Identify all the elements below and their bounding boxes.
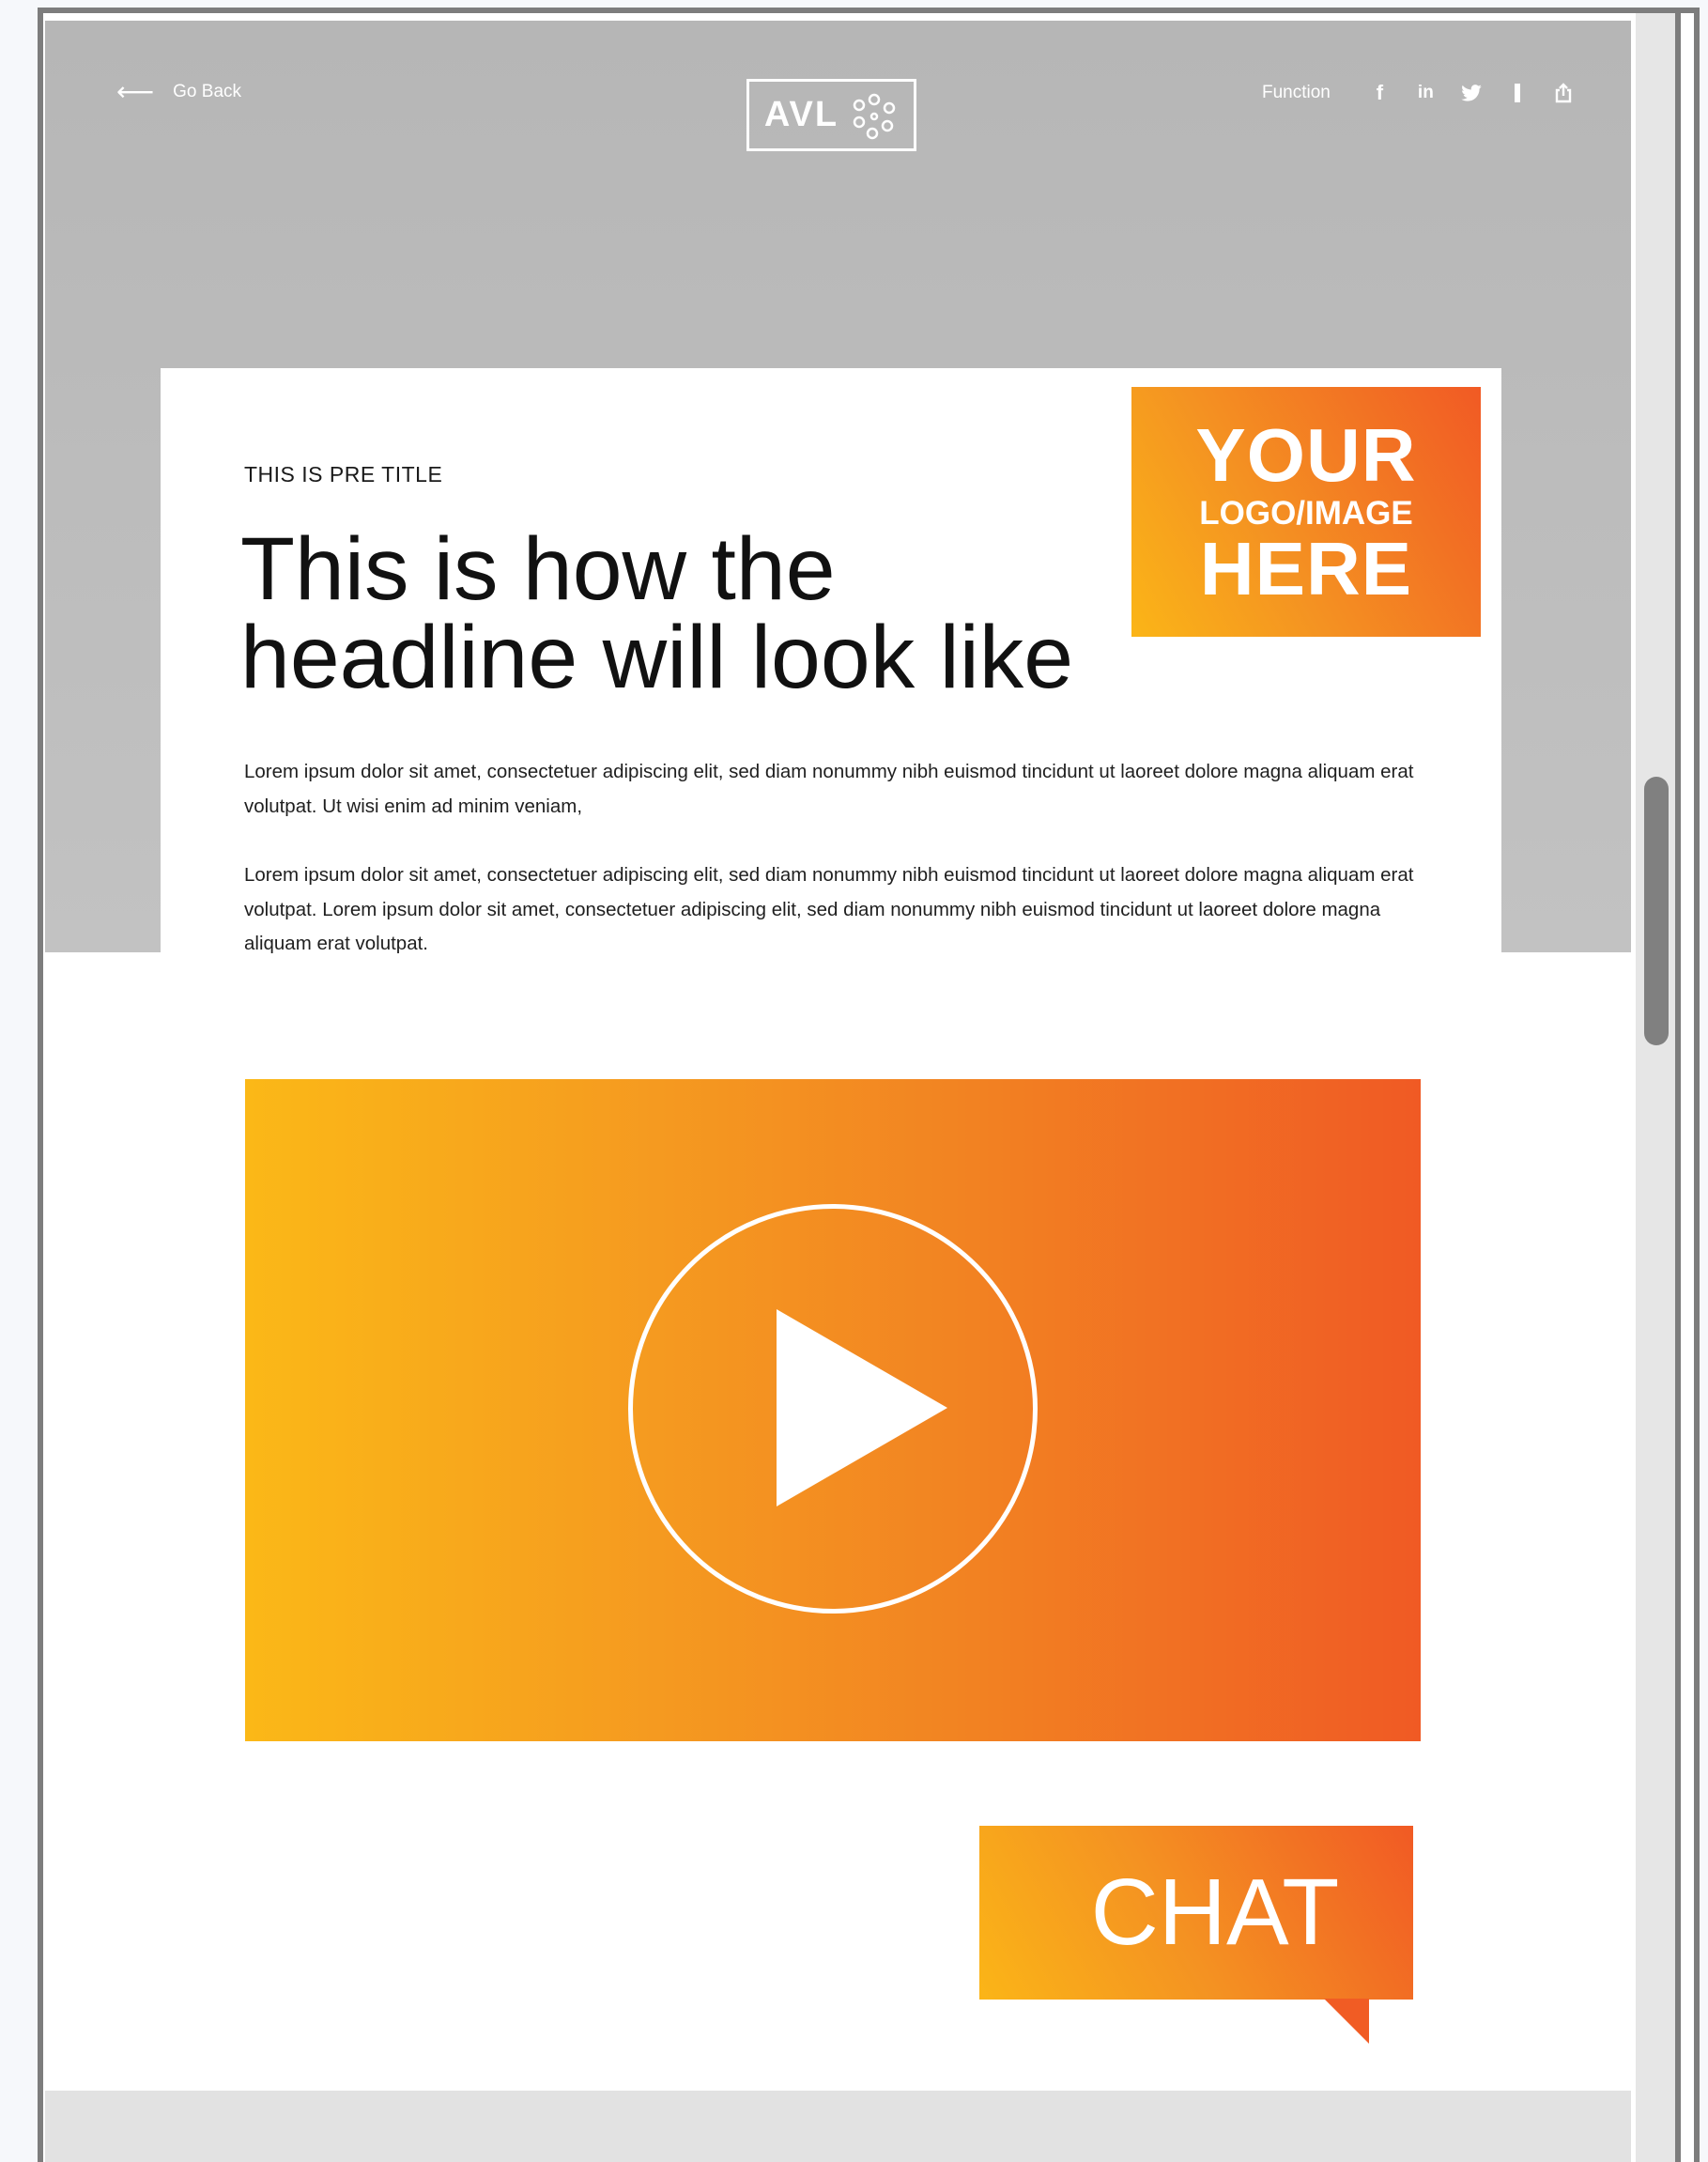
twitter-icon[interactable]: [1449, 79, 1495, 107]
bookmark-icon[interactable]: [1495, 79, 1541, 107]
pre-title: THIS IS PRE TITLE: [244, 462, 443, 486]
scrollbar-track[interactable]: [1634, 13, 1675, 2162]
logo-placeholder-line-3: HERE: [1199, 526, 1413, 610]
scrollbar-thumb[interactable]: [1644, 777, 1669, 1045]
play-icon[interactable]: [777, 1309, 947, 1506]
frame-border-outer-right: [1675, 8, 1681, 2162]
logo-emblem-icon: [853, 93, 896, 139]
go-back-link[interactable]: ⟵ Go Back: [116, 79, 241, 105]
footer-band: [45, 2091, 1632, 2162]
linkedin-icon[interactable]: in: [1403, 79, 1449, 107]
video-player[interactable]: [245, 1079, 1421, 1741]
logo-placeholder-line-2: LOGO/IMAGE: [1199, 494, 1413, 532]
frame-border-left: [38, 8, 43, 2162]
chat-button[interactable]: CHAT: [979, 1826, 1413, 2000]
logo-image-placeholder: YOUR LOGO/IMAGE HERE: [1131, 387, 1481, 637]
brand-logo-text: AVL: [763, 95, 839, 134]
share-icon[interactable]: [1541, 79, 1587, 107]
body-paragraph-1: Lorem ipsum dolor sit amet, consectetuer…: [244, 761, 1414, 817]
go-back-label: Go Back: [173, 82, 242, 101]
chat-bubble-tail: [1324, 1999, 1369, 2044]
facebook-icon[interactable]: f: [1357, 79, 1403, 107]
headline-line-2: headline will look like: [240, 608, 1074, 707]
frame-border-top: [38, 8, 1681, 13]
nav-actions: Function f in: [1262, 79, 1587, 107]
arrow-left-icon: ⟵: [116, 77, 155, 106]
headline-line-1: This is how the: [240, 519, 836, 619]
body-paragraph-2: Lorem ipsum dolor sit amet, consectetuer…: [244, 864, 1414, 954]
function-link[interactable]: Function: [1262, 83, 1331, 103]
headline: This is how the headline will look like: [240, 519, 1161, 707]
logo-placeholder-line-1: YOUR: [1195, 412, 1417, 497]
chat-label: CHAT: [1090, 1860, 1340, 1965]
brand-logo[interactable]: AVL: [746, 79, 916, 151]
